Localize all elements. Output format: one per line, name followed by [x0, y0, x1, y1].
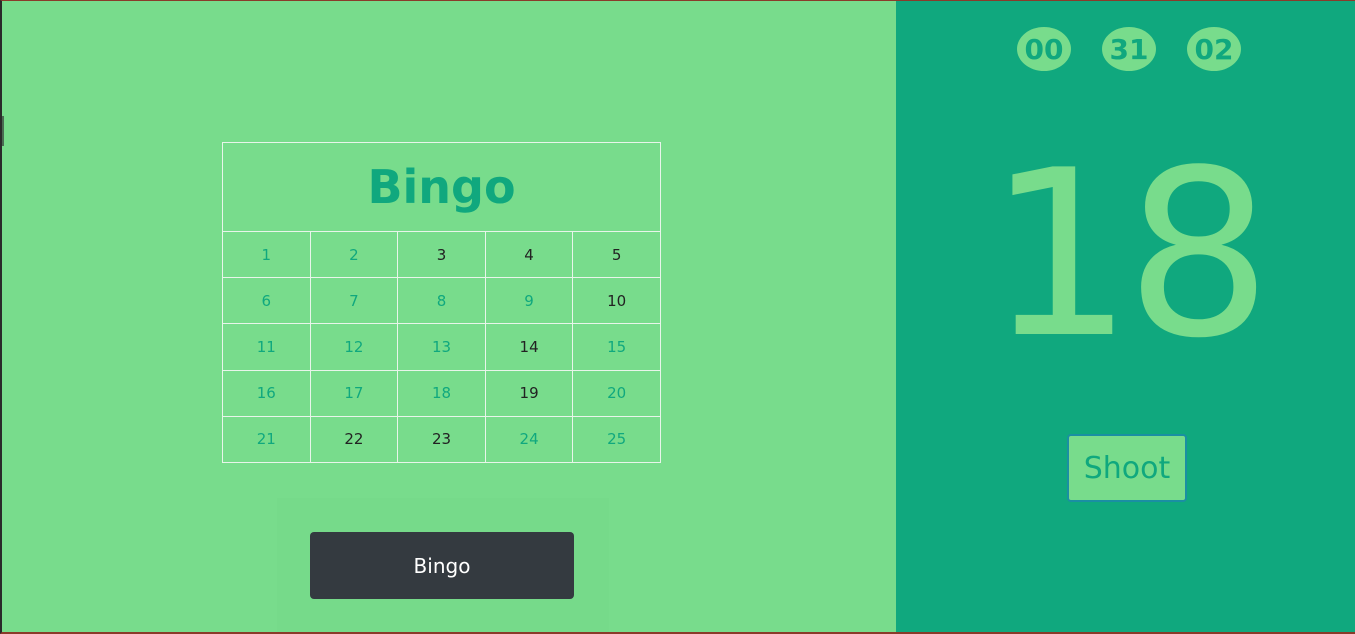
board-cell[interactable]: 13: [397, 323, 486, 371]
board-row: 11 12 13 14 15: [222, 323, 661, 371]
board-cell[interactable]: 15: [572, 323, 661, 371]
shoot-button[interactable]: Shoot: [1067, 434, 1187, 502]
bingo-button[interactable]: Bingo: [310, 532, 574, 599]
board-cell[interactable]: 4: [484, 230, 574, 279]
app-frame: Bingo 1 2 3 4 5 6 7 8 9 10 11 12 13 14 15 16 17 18 19 20 21 2…: [0, 0, 1355, 634]
board-cell[interactable]: 14: [484, 323, 574, 371]
board-cell[interactable]: 11: [222, 323, 311, 371]
board-row: 6 7 8 9 10: [222, 277, 661, 325]
timer-minutes: 31: [1102, 27, 1156, 71]
board-panel: Bingo 1 2 3 4 5 6 7 8 9 10 11 12 13 14 15 16 17 18 19 20 21 2…: [2, 1, 896, 632]
board-cell[interactable]: 10: [572, 277, 661, 325]
board-cell[interactable]: 22: [309, 415, 399, 464]
board-cell[interactable]: 1: [222, 230, 311, 279]
board-cell[interactable]: 3: [397, 230, 486, 279]
board-cell[interactable]: 9: [484, 277, 574, 325]
board-cell[interactable]: 23: [397, 415, 486, 464]
board-grid: 1 2 3 4 5 6 7 8 9 10 11 12 13 14 15 16 17 18 19 20 21 22 23 24 2…: [222, 230, 661, 464]
board-cell[interactable]: 20: [572, 369, 661, 417]
bingo-board: Bingo 1 2 3 4 5 6 7 8 9 10 11 12 13 14 15 16 17 18 19 20 21 2…: [222, 142, 661, 464]
board-cell[interactable]: 18: [397, 369, 486, 417]
board-cell[interactable]: 25: [572, 415, 661, 464]
board-row: 16 17 18 19 20: [222, 369, 661, 417]
board-title: Bingo: [222, 142, 661, 232]
board-cell[interactable]: 8: [397, 277, 486, 325]
board-cell[interactable]: 12: [309, 323, 399, 371]
board-cell[interactable]: 24: [484, 415, 574, 464]
draw-panel: 00 31 02 18 Shoot: [896, 1, 1355, 632]
timer-seconds: 02: [1187, 27, 1241, 71]
board-cell[interactable]: 2: [309, 230, 399, 279]
board-cell[interactable]: 17: [309, 369, 399, 417]
timer-hours: 00: [1017, 27, 1071, 71]
board-cell[interactable]: 5: [572, 230, 661, 279]
called-number: 18: [987, 122, 1272, 389]
board-cell[interactable]: 19: [484, 369, 574, 417]
board-cell[interactable]: 21: [222, 415, 311, 464]
board-cell[interactable]: 7: [309, 277, 399, 325]
board-row: 21 22 23 24 25: [222, 415, 661, 464]
board-cell[interactable]: 16: [222, 369, 311, 417]
board-row: 12345: [222, 230, 661, 279]
board-cell[interactable]: 6: [222, 277, 311, 325]
edge-marker: [2, 116, 4, 146]
